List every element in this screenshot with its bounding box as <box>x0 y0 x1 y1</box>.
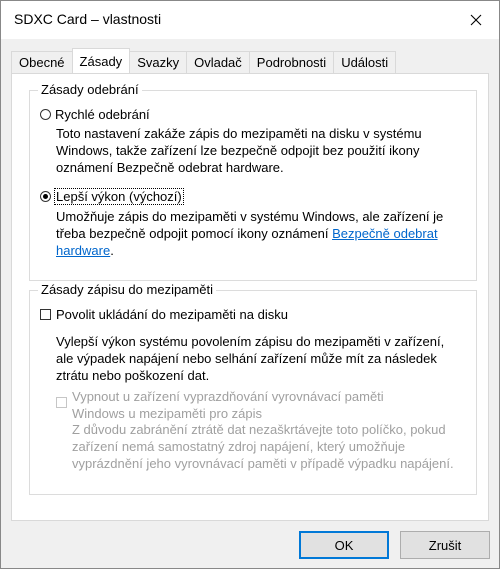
disable-flush-label: Vypnout u zařízení vyprazdňování vyrovná… <box>72 389 384 421</box>
write-cache-policy-legend: Zásady zápisu do mezipaměti <box>38 282 216 297</box>
better-performance-description: Umožňuje zápis do mezipaměti v systému W… <box>56 208 461 259</box>
close-button[interactable] <box>463 7 489 33</box>
better-performance-radio[interactable] <box>40 191 51 202</box>
tab-events[interactable]: Události <box>333 51 397 73</box>
tab-general[interactable]: Obecné <box>11 51 73 73</box>
tab-volumes[interactable]: Svazky <box>129 51 188 73</box>
tab-strip: Obecné Zásady Svazky Ovladač Podrobnosti… <box>11 48 397 74</box>
properties-window: SDXC Card – vlastnosti Obecné Zásady Sva… <box>0 0 500 569</box>
tab-details[interactable]: Podrobnosti <box>248 51 335 73</box>
quick-removal-radio[interactable] <box>40 109 51 120</box>
disable-flush-checkbox <box>56 397 67 408</box>
close-icon <box>470 14 482 26</box>
better-performance-option[interactable]: Lepší výkon (výchozí) <box>40 188 184 205</box>
tab-panel-policies: Zásady odebrání Rychlé odebrání Toto nas… <box>11 73 489 521</box>
title-bar: SDXC Card – vlastnosti <box>1 1 499 39</box>
quick-removal-description: Toto nastavení zakáže zápis do mezipamět… <box>56 126 422 175</box>
enable-write-cache-option[interactable]: Povolit ukládání do mezipaměti na disku <box>40 307 288 322</box>
better-performance-text-end: . <box>110 243 114 258</box>
better-performance-label: Lepší výkon (výchozí) <box>54 188 184 205</box>
tab-driver[interactable]: Ovladač <box>186 51 250 73</box>
write-cache-policy-group: Zásady zápisu do mezipaměti Povolit uklá… <box>29 282 477 495</box>
window-title: SDXC Card – vlastnosti <box>14 11 162 27</box>
tab-policies[interactable]: Zásady <box>71 48 131 73</box>
ok-button[interactable]: OK <box>299 531 389 559</box>
enable-write-cache-checkbox[interactable] <box>40 309 51 320</box>
removal-policy-legend: Zásady odebrání <box>38 82 142 97</box>
cancel-button[interactable]: Zrušit <box>400 531 490 559</box>
quick-removal-label: Rychlé odebrání <box>55 107 150 122</box>
removal-policy-group: Zásady odebrání Rychlé odebrání Toto nas… <box>29 82 477 281</box>
enable-write-cache-description: Vylepší výkon systému povolením zápisu d… <box>56 334 445 383</box>
quick-removal-option[interactable]: Rychlé odebrání <box>40 107 150 122</box>
disable-flush-option: Vypnout u zařízení vyprazdňování vyrovná… <box>56 388 392 422</box>
disable-flush-description: Z důvodu zabránění ztrátě dat nezaškrtáv… <box>72 422 454 471</box>
enable-write-cache-label: Povolit ukládání do mezipaměti na disku <box>56 307 288 322</box>
